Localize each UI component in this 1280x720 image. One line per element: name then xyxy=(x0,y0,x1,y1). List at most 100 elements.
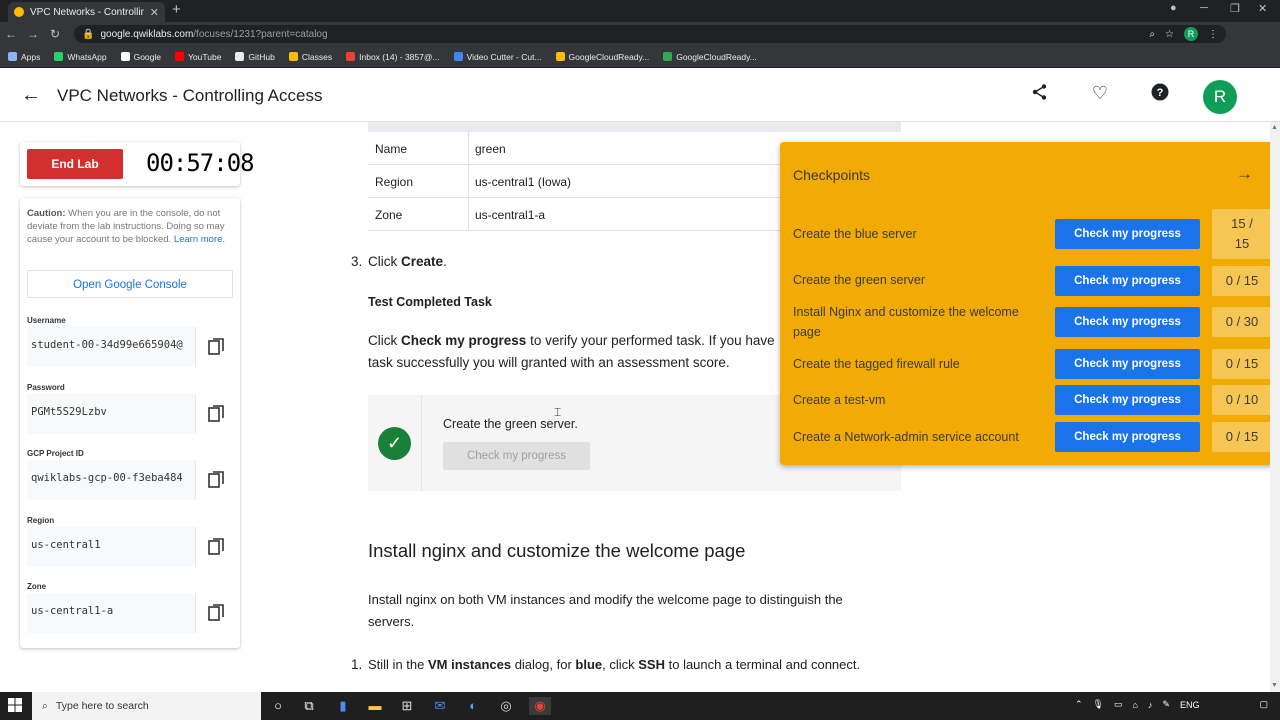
mail-icon[interactable]: ✉ xyxy=(431,697,449,715)
file-icon[interactable]: ▮ xyxy=(334,697,352,715)
bookmark-icon xyxy=(120,52,130,61)
tray-chevron-icon[interactable]: ⌃ xyxy=(1075,699,1083,710)
bookmark-item[interactable]: Apps xyxy=(8,52,40,62)
microphone-icon[interactable]: 🎙 xyxy=(1093,699,1104,710)
bookmark-icon xyxy=(346,52,356,61)
copy-icon[interactable] xyxy=(195,527,235,567)
back-arrow-icon[interactable]: ← xyxy=(21,84,41,107)
check-my-progress-button[interactable]: Check my progress xyxy=(1055,266,1200,296)
star-icon[interactable]: ☆ xyxy=(1165,29,1174,40)
file-explorer-icon[interactable]: ▬ xyxy=(366,697,384,715)
scroll-down-icon[interactable]: ▼ xyxy=(1271,682,1278,689)
tab-title: VPC Networks - Controlling Acces xyxy=(30,6,144,18)
copy-icon[interactable] xyxy=(195,460,235,500)
notifications-icon[interactable]: ▢ xyxy=(1259,699,1268,710)
new-tab-button[interactable]: + xyxy=(172,1,181,18)
step-1-text: Still in the VM instances dialog, for bl… xyxy=(368,657,861,672)
checkpoint-score: 0 / 15 xyxy=(1212,349,1272,379)
bookmark-item[interactable]: WhatsApp xyxy=(54,51,107,62)
checkpoint-name: Create a test-vm xyxy=(793,393,886,407)
bookmark-item[interactable]: YouTube xyxy=(175,52,221,62)
restore-icon[interactable]: ❐ xyxy=(1230,2,1240,15)
end-lab-button[interactable]: End Lab xyxy=(27,149,123,179)
taskbar-search-placeholder: Type here to search xyxy=(55,700,149,712)
cortana-icon[interactable]: ○ xyxy=(269,697,287,715)
windows-start-icon[interactable] xyxy=(8,698,22,715)
test-paragraph: Click Check my progress to verify your p… xyxy=(368,333,775,370)
bookmark-item[interactable]: Classes xyxy=(288,52,332,62)
cell-divider xyxy=(468,198,469,231)
checkpoint-score: 0 / 10 xyxy=(1212,385,1272,415)
copy-icon[interactable] xyxy=(195,394,235,434)
learn-more-link[interactable]: Learn more. xyxy=(174,234,225,245)
share-icon[interactable] xyxy=(1028,83,1052,106)
zoom-icon[interactable]: ⌕ xyxy=(1149,29,1155,40)
check-my-progress-button[interactable]: Check my progress xyxy=(1055,385,1200,415)
field-label: Zone xyxy=(27,582,47,591)
checkpoint-name: Create a Network-admin service account xyxy=(793,430,1019,444)
close-window-icon[interactable]: ✕ xyxy=(1258,2,1267,15)
field-value[interactable]: PGMt5S29Lzbv xyxy=(31,406,191,418)
bookmark-icon xyxy=(8,52,17,61)
bookmark-item[interactable]: Video Cutter - Cut... xyxy=(453,51,542,62)
help-icon[interactable]: ? xyxy=(1148,83,1172,106)
check-my-progress-button[interactable]: Check my progress xyxy=(1055,422,1200,452)
app-header: ← VPC Networks - Controlling Access ♡ ? … xyxy=(0,69,1280,122)
heart-icon[interactable]: ♡ xyxy=(1088,83,1112,104)
field-value[interactable]: qwiklabs-gcp-00-f3eba484 xyxy=(31,472,191,484)
check-my-progress-button-disabled[interactable]: Check my progress xyxy=(443,442,590,470)
field-label: Password xyxy=(27,383,65,392)
menu-kebab-icon[interactable]: ⋮ xyxy=(1208,29,1218,40)
back-nav-icon[interactable]: ← xyxy=(0,27,22,41)
cell-divider xyxy=(468,132,469,165)
checkpoints-panel: Checkpoints → Create the blue server Chec… xyxy=(780,142,1280,465)
table-key: Region xyxy=(375,175,414,189)
check-my-progress-button[interactable]: Check my progress xyxy=(1055,219,1200,249)
media-icon[interactable]: ● xyxy=(1170,2,1177,14)
score-value: 15 / xyxy=(1231,216,1253,231)
language-indicator[interactable]: ENG xyxy=(1180,700,1200,710)
minimize-icon[interactable]: ─ xyxy=(1200,2,1208,14)
chrome-icon[interactable]: ◉ xyxy=(529,697,551,715)
field-value[interactable]: us-central1-a xyxy=(31,605,191,617)
close-tab-icon[interactable]: ✕ xyxy=(150,6,159,19)
caution-label: Caution: xyxy=(27,208,66,219)
task-view-icon[interactable]: ⧉ xyxy=(300,697,318,715)
store-icon[interactable]: ⊞ xyxy=(398,697,416,715)
bookmark-item[interactable]: GoogleCloudReady... xyxy=(555,52,649,62)
edge-icon[interactable]: ◐ xyxy=(464,697,482,715)
field-value[interactable]: us-central1 xyxy=(31,539,191,551)
bookmark-label: WhatsApp xyxy=(67,51,107,62)
pen-icon[interactable]: ✎ xyxy=(1162,699,1170,710)
check-my-progress-button[interactable]: Check my progress xyxy=(1055,349,1200,379)
collapse-arrow-icon[interactable]: → xyxy=(1236,164,1253,184)
bookmark-item[interactable]: Inbox (14) - 3857@... xyxy=(346,52,440,62)
bookmark-item[interactable]: Google xyxy=(120,52,161,62)
user-avatar[interactable]: R xyxy=(1203,80,1237,114)
open-google-console-button[interactable]: Open Google Console xyxy=(27,270,233,298)
check-my-progress-button[interactable]: Check my progress xyxy=(1055,307,1200,337)
reload-icon[interactable]: ↻ xyxy=(44,27,66,41)
copy-icon[interactable] xyxy=(195,593,235,633)
table-key: Zone xyxy=(375,208,403,222)
volume-icon[interactable]: ♪ xyxy=(1148,700,1153,710)
omnibox[interactable]: 🔒 google.qwiklabs.com/focuses/1231?paren… xyxy=(74,25,1226,43)
browser-tab-bar: VPC Networks - Controlling Acces ✕ + ● ─… xyxy=(0,0,1280,22)
browser-tab[interactable]: VPC Networks - Controlling Acces ✕ xyxy=(8,2,165,22)
forward-nav-icon[interactable]: → xyxy=(22,27,44,41)
network-icon[interactable]: ⌂ xyxy=(1132,700,1137,710)
battery-icon[interactable]: ▭ xyxy=(1114,699,1123,710)
copy-icon[interactable] xyxy=(195,327,235,367)
field-value[interactable]: student-00-34d99e665904@ xyxy=(31,339,191,351)
page-scrollbar[interactable]: ▲ ▼ xyxy=(1270,122,1280,692)
caution-note: Caution: When you are in the console, do… xyxy=(27,207,235,246)
bookmark-item[interactable]: GoogleCloudReady... xyxy=(663,52,757,62)
section-heading: Install nginx and customize the welcome … xyxy=(368,540,746,561)
credential-field: us-central1 xyxy=(27,527,235,567)
scroll-up-icon[interactable]: ▲ xyxy=(1271,124,1278,131)
bookmark-label: Video Cutter - Cut... xyxy=(466,51,542,62)
bookmark-item[interactable]: GitHub xyxy=(235,52,275,62)
app-icon[interactable]: ◎ xyxy=(497,697,515,715)
profile-avatar-small[interactable]: R xyxy=(1184,27,1198,41)
taskbar-search-input[interactable]: ⌕ Type here to search xyxy=(32,692,261,720)
